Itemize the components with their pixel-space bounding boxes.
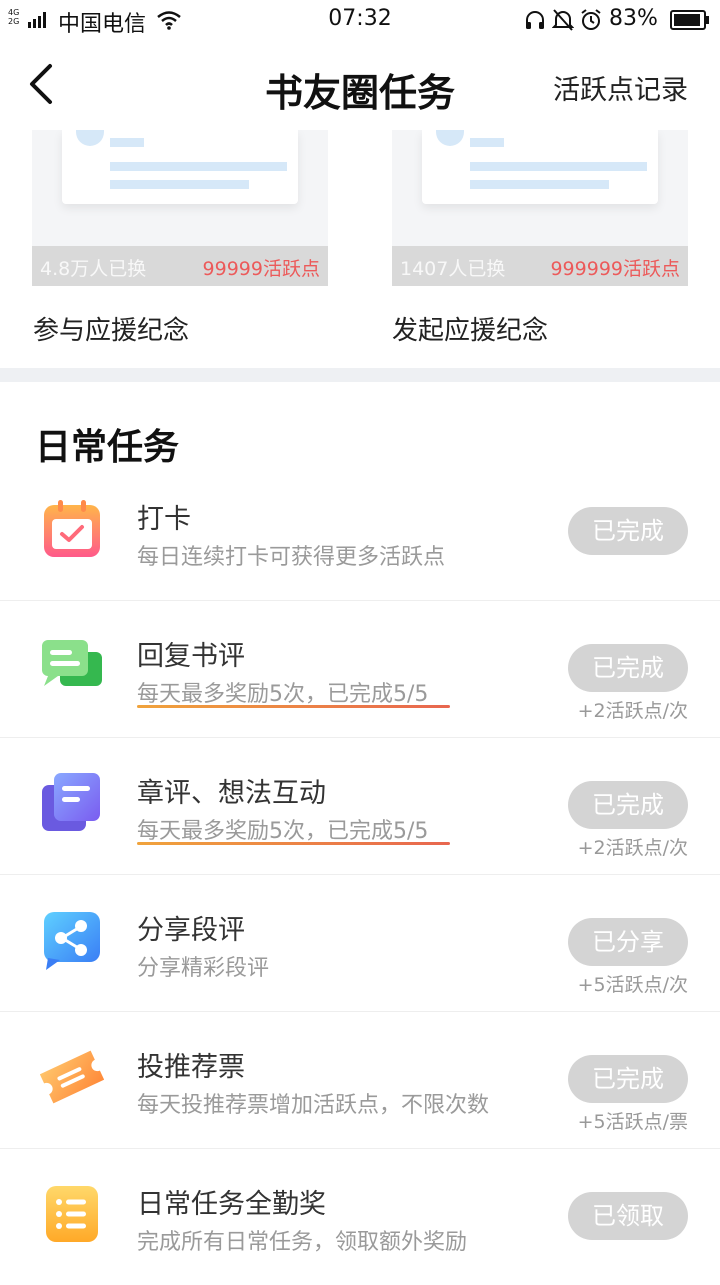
task-description: 分享精彩段评 — [137, 956, 270, 981]
task-title: 回复书评 — [137, 641, 245, 672]
task-row-reply-review: 回复书评 每天最多奖励5次，已完成5/5 已完成 +2活跃点/次 — [0, 600, 720, 738]
section-divider — [0, 368, 720, 382]
task-title: 章评、想法互动 — [137, 778, 326, 809]
preview-line — [470, 180, 609, 189]
alarm-icon — [581, 9, 601, 30]
preview-line — [110, 180, 249, 189]
task-title: 分享段评 — [137, 915, 245, 946]
reward-card-label[interactable]: 参与应援纪念 — [33, 310, 189, 347]
task-description: 每天最多奖励5次，已完成5/5 — [137, 819, 429, 844]
reward-card-launch[interactable]: 1407人已换 999999活跃点 — [392, 130, 688, 290]
battery-icon — [670, 10, 709, 30]
task-row-recommend-ticket: 投推荐票 每天投推荐票增加活跃点，不限次数 已完成 +5活跃点/票 — [0, 1011, 720, 1149]
battery-percent: 83% — [609, 6, 658, 31]
reward-card-support[interactable]: 4.8万人已换 99999活跃点 — [32, 130, 328, 290]
points-cost: 999999活跃点 — [550, 258, 680, 280]
preview-line — [110, 162, 287, 171]
task-status-button[interactable]: 已完成 — [568, 644, 688, 692]
task-title: 日常任务全勤奖 — [137, 1189, 326, 1220]
task-title: 投推荐票 — [137, 1052, 245, 1083]
task-description: 每日连续打卡可获得更多活跃点 — [137, 545, 446, 570]
chat-bubbles-icon — [42, 640, 102, 686]
status-bar: 4G 2G 中国电信 07:32 83% — [0, 0, 720, 40]
task-status-button[interactable]: 已完成 — [568, 1055, 688, 1103]
card-meta-bar: 4.8万人已换 99999活跃点 — [32, 246, 328, 286]
task-description: 完成所有日常任务，领取额外奖励 — [137, 1230, 468, 1255]
mute-icon — [552, 9, 574, 31]
share-icon — [44, 912, 100, 970]
task-row-share: 分享段评 分享精彩段评 已分享 +5活跃点/次 — [0, 874, 720, 1012]
task-row-chapter-comment: 章评、想法互动 每天最多奖励5次，已完成5/5 已完成 +2活跃点/次 — [0, 737, 720, 875]
exchange-count: 4.8万人已换 — [40, 258, 147, 280]
task-description: 每天投推荐票增加活跃点，不限次数 — [137, 1093, 490, 1118]
card-meta-bar: 1407人已换 999999活跃点 — [392, 246, 688, 286]
task-reward: +5活跃点/次 — [577, 974, 688, 996]
points-cost: 99999活跃点 — [202, 258, 320, 280]
headset-icon — [526, 11, 544, 29]
exchange-count: 1407人已换 — [400, 258, 506, 280]
ticket-icon — [40, 1050, 104, 1104]
preview-line — [470, 162, 647, 171]
preview-line — [470, 138, 504, 147]
reward-card-label[interactable]: 发起应援纪念 — [392, 310, 548, 347]
task-row-attendance: 日常任务全勤奖 完成所有日常任务，领取额外奖励 已领取 — [0, 1148, 720, 1285]
progress-underline — [137, 705, 450, 708]
task-status-button[interactable]: 已领取 — [568, 1192, 688, 1240]
progress-underline — [137, 842, 450, 845]
task-description: 每天最多奖励5次，已完成5/5 — [137, 682, 429, 707]
task-row-checkin: 打卡 每日连续打卡可获得更多活跃点 已完成 — [0, 463, 720, 601]
task-status-button[interactable]: 已分享 — [568, 918, 688, 966]
list-icon — [46, 1186, 98, 1242]
notes-stack-icon — [42, 773, 100, 831]
task-reward: +2活跃点/次 — [577, 700, 688, 722]
calendar-check-icon — [44, 500, 100, 557]
task-status-button[interactable]: 已完成 — [568, 507, 688, 555]
card-thumbnail: 1407人已换 999999活跃点 — [392, 130, 688, 286]
task-reward: +5活跃点/票 — [577, 1111, 688, 1133]
header-bar: 书友圈任务 活跃点记录 — [0, 40, 720, 130]
task-title: 打卡 — [137, 504, 191, 535]
card-thumbnail: 4.8万人已换 99999活跃点 — [32, 130, 328, 286]
activity-record-link[interactable]: 活跃点记录 — [553, 68, 688, 107]
task-reward: +2活跃点/次 — [577, 837, 688, 859]
preview-line — [110, 138, 144, 147]
task-status-button[interactable]: 已完成 — [568, 781, 688, 829]
